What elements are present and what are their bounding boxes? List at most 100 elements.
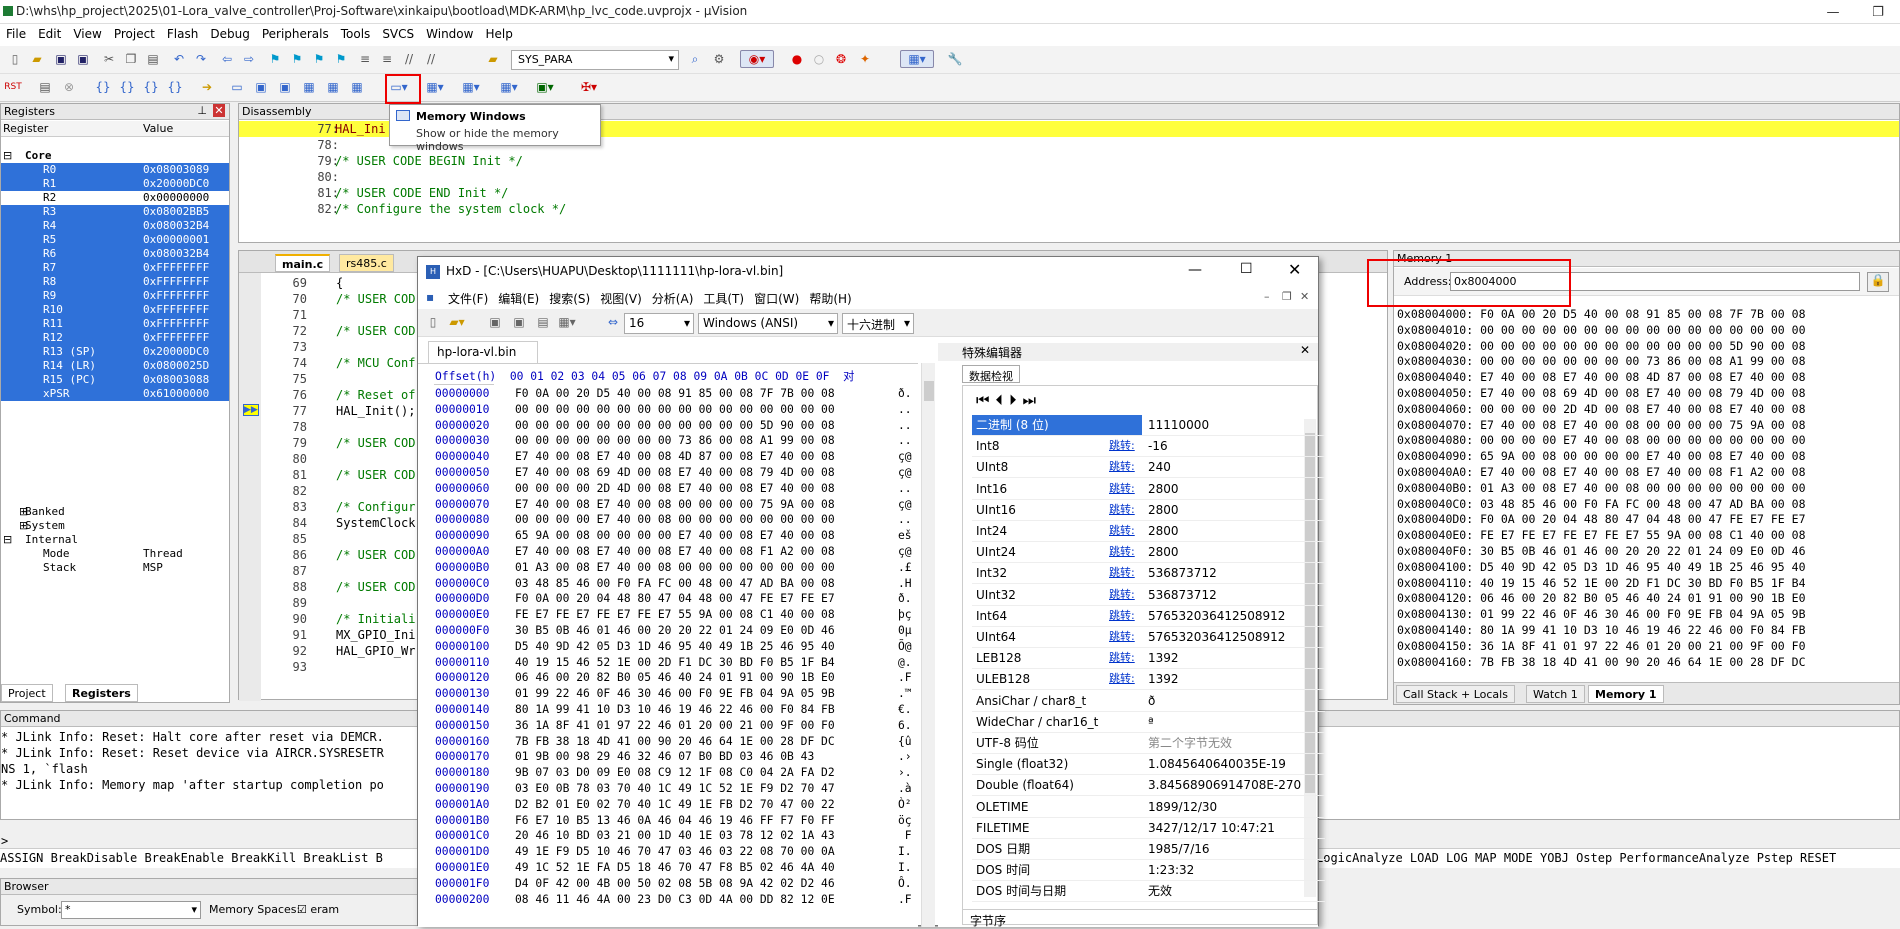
hxd-menu-item[interactable]: 工具(T)	[703, 292, 744, 306]
charset-select[interactable]: Windows (ANSI) ▾	[698, 313, 838, 334]
bytes-per-row-select[interactable]: 16 ▾	[624, 313, 694, 334]
doc-restore-icon[interactable]: ❐	[1282, 290, 1292, 303]
find-in-files-icon[interactable]: ▰	[484, 50, 502, 68]
inspector-row[interactable]: ULEB128 跳转: 1392	[972, 669, 1325, 691]
inspector-row[interactable]: UInt16 跳转: 2800	[972, 500, 1325, 521]
hex-row[interactable]: 00000010 00 00 00 00 00 00 00 00 00 00 00…	[435, 402, 912, 418]
inspector-row[interactable]: UInt24 跳转: 2800	[972, 542, 1325, 564]
hxd-menu-item[interactable]: 窗口(W)	[754, 292, 799, 306]
hxd-maximize-button[interactable]: ☐	[1240, 261, 1253, 277]
register-row[interactable]: R13 (SP) 0x20000DC0	[1, 345, 229, 359]
jump-link[interactable]: 跳转:	[1109, 585, 1135, 605]
step-into-icon[interactable]: {}	[94, 78, 112, 96]
enable-breakpoint-icon[interactable]: ○	[810, 50, 828, 68]
disassembly-window-icon[interactable]: ▣	[252, 78, 270, 96]
jump-link[interactable]: 跳转:	[1109, 627, 1135, 647]
system-group[interactable]: ⊞ System	[1, 519, 229, 533]
inspector-row[interactable]: DOS 时间与日期 无效	[972, 881, 1325, 903]
memory-row[interactable]: 0x080040C0: 03 48 85 46 00 F0 FA FC 00 4…	[1397, 497, 1806, 513]
debug-session-icon[interactable]: ◉▾	[740, 50, 774, 68]
hex-row[interactable]: 00000110 40 19 15 46 52 1E 00 2D F1 DC 30…	[435, 655, 912, 671]
hex-row[interactable]: 00000140 80 1A 99 41 10 D3 10 46 19 46 22…	[435, 702, 912, 718]
hex-row[interactable]: 00000180 9B 07 03 D0 09 E0 08 C9 12 1F 08…	[435, 765, 912, 781]
inspector-row[interactable]: LEB128 跳转: 1392	[972, 648, 1325, 670]
toolbox-icon[interactable]: ✠▾	[580, 78, 598, 96]
trace-window-icon[interactable]: ▦▾	[500, 78, 518, 96]
hex-row[interactable]: 00000120 06 46 00 20 82 B0 05 46 40 24 01…	[435, 670, 912, 686]
menu-tools[interactable]: Tools	[335, 24, 377, 44]
new-file-icon[interactable]: ▯	[6, 50, 24, 68]
stop-icon[interactable]: ⊗	[60, 78, 78, 96]
inspector-close-icon[interactable]: ✕	[1300, 343, 1310, 357]
hex-row[interactable]: 000001B0 F6 E7 10 B5 13 46 0A 46 04 46 19…	[435, 813, 912, 829]
register-row[interactable]: R5 0x00000001	[1, 233, 229, 247]
menu-svcs[interactable]: SVCS	[376, 24, 420, 44]
memory-row[interactable]: 0x080040B0: 01 A3 00 08 E7 40 00 08 00 0…	[1397, 481, 1806, 497]
collapse-icon[interactable]: ⊟	[3, 149, 12, 163]
memory-row[interactable]: 0x08004020: 00 00 00 00 00 00 00 00 00 0…	[1397, 339, 1806, 355]
doc-minimize-icon[interactable]: –	[1264, 290, 1270, 303]
hxd-menu-item[interactable]: 编辑(E)	[498, 292, 539, 306]
hex-row[interactable]: 00000130 01 99 22 46 0F 46 30 46 00 F0 9E…	[435, 686, 912, 702]
memory-row[interactable]: 0x08004010: 00 00 00 00 00 00 00 00 00 0…	[1397, 323, 1806, 339]
memory-row[interactable]: 0x080040A0: E7 40 00 08 E7 40 00 08 E7 4…	[1397, 465, 1806, 481]
command-window-icon[interactable]: ▭	[228, 78, 246, 96]
tab-watch-1[interactable]: Watch 1	[1526, 685, 1585, 703]
jump-link[interactable]: 跳转:	[1109, 563, 1135, 583]
menu-debug[interactable]: Debug	[204, 24, 255, 44]
hxd-menu-item[interactable]: 搜索(S)	[549, 292, 590, 306]
register-row[interactable]: R15 (PC) 0x08003088	[1, 373, 229, 387]
menu-view[interactable]: View	[67, 24, 107, 44]
incremental-find-icon[interactable]: ⚙	[710, 50, 728, 68]
memory-row[interactable]: 0x08004120: 06 46 00 20 82 B0 05 46 40 2…	[1397, 591, 1806, 607]
inspector-row[interactable]: DOS 日期 1985/7/16	[972, 839, 1325, 860]
symbol-input[interactable]: * ▾	[61, 901, 201, 919]
hex-row[interactable]: 00000080 00 00 00 00 E7 40 00 08 00 00 00…	[435, 512, 912, 528]
hex-row[interactable]: 000001F0 D4 0F 42 00 4B 00 50 02 08 5B 08…	[435, 876, 912, 892]
disassembly-line[interactable]: 80:	[239, 169, 1899, 185]
disassembly-line[interactable]: 81:/* USER CODE END Init */	[239, 185, 1899, 201]
tab-data-inspector[interactable]: 数据检视	[962, 365, 1020, 383]
inspector-row[interactable]: Int64 跳转: 576532036412508912	[972, 606, 1325, 627]
menu-flash[interactable]: Flash	[161, 24, 204, 44]
hxd-minimize-button[interactable]: —	[1188, 262, 1202, 278]
memory-row[interactable]: 0x08004130: 01 99 22 46 0F 46 30 46 00 F…	[1397, 607, 1806, 623]
undo-icon[interactable]: ↶	[170, 50, 188, 68]
run-to-cursor-icon[interactable]: {}	[166, 78, 184, 96]
tab-rs485-c[interactable]: rs485.c	[339, 254, 394, 272]
reset-icon[interactable]: RST	[4, 78, 22, 96]
inspector-row[interactable]: OLETIME 1899/12/30	[972, 797, 1325, 818]
hxd-menu-item[interactable]: 文件(F)	[448, 292, 488, 306]
hex-row[interactable]: 00000000 F0 0A 00 20 D5 40 00 08 91 85 00…	[435, 386, 912, 402]
redo-icon[interactable]: ↷	[192, 50, 210, 68]
register-row[interactable]: R1 0x20000DC0	[1, 177, 229, 191]
next-bookmark-icon[interactable]: ⚑	[310, 50, 328, 68]
core-group[interactable]: ⊟ Core	[1, 149, 229, 163]
register-row[interactable]: R11 0xFFFFFFFF	[1, 317, 229, 331]
hex-row[interactable]: 00000100 D5 40 9D 42 05 D3 1D 46 95 40 49…	[435, 639, 912, 655]
navigate-back-icon[interactable]: ⇦	[218, 50, 236, 68]
hex-view[interactable]: Offset(h) 00 01 02 03 04 05 06 07 08 09 …	[418, 363, 918, 927]
register-row[interactable]: R9 0xFFFFFFFF	[1, 289, 229, 303]
inspector-row[interactable]: Int32 跳转: 536873712	[972, 563, 1325, 585]
serial-window-icon[interactable]: ▦▾	[426, 78, 444, 96]
register-row[interactable]: R14 (LR) 0x0800025D	[1, 359, 229, 373]
comment-icon[interactable]: //	[400, 50, 418, 68]
tab-call-stack[interactable]: Call Stack + Locals	[1396, 685, 1515, 703]
call-stack-window-icon[interactable]: ▦	[324, 78, 342, 96]
memory-row[interactable]: 0x08004150: 36 1A 8F 41 01 97 22 46 01 2…	[1397, 639, 1806, 655]
inspector-nav-icons[interactable]: ⏮⏴⏵⏭	[976, 391, 1042, 409]
paste-icon[interactable]: ▤	[144, 50, 162, 68]
memory-row[interactable]: 0x08004160: 7B FB 38 18 4D 41 00 90 20 4…	[1397, 655, 1806, 671]
memory-row[interactable]: 0x08004050: E7 40 00 08 69 4D 00 08 E7 4…	[1397, 386, 1806, 402]
hex-row[interactable]: 000001E0 49 1C 52 1E FA D5 18 46 70 47 F8…	[435, 860, 912, 876]
inspector-row[interactable]: Int16 跳转: 2800	[972, 479, 1325, 500]
hex-row[interactable]: 000000D0 F0 0A 00 20 04 48 80 47 04 48 00…	[435, 591, 912, 607]
jump-link[interactable]: 跳转:	[1109, 436, 1135, 456]
hex-row[interactable]: 000000C0 03 48 85 46 00 F0 FA FC 00 48 00…	[435, 576, 912, 592]
symbols-window-icon[interactable]: ▣	[276, 78, 294, 96]
register-row[interactable]: xPSR 0x61000000	[1, 387, 229, 401]
memory-row[interactable]: 0x08004070: E7 40 00 08 E7 40 00 08 00 0…	[1397, 418, 1806, 434]
inspector-row[interactable]: Double (float64) 3.84568906914708E-270	[972, 775, 1325, 797]
jump-link[interactable]: 跳转:	[1109, 648, 1135, 668]
